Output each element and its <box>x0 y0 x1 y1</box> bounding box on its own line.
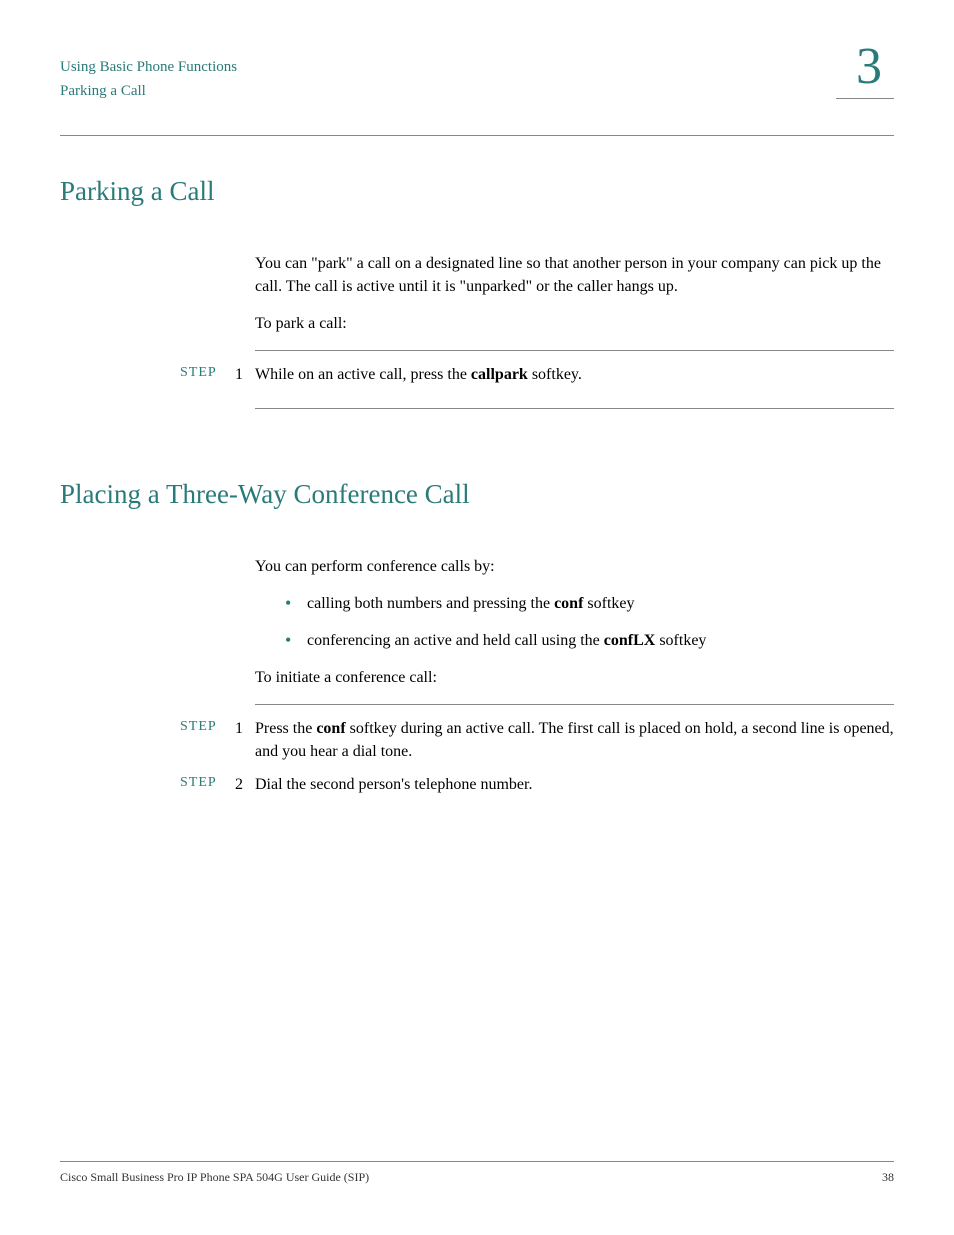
step-text: Press the conf softkey during an active … <box>255 717 894 763</box>
bullet-item-2: conferencing an active and held call usi… <box>285 629 894 652</box>
section2-step1: STEP 1 Press the conf softkey during an … <box>180 717 894 763</box>
section2-body: You can perform conference calls by: cal… <box>255 555 894 690</box>
chapter-number: 3 <box>836 37 894 99</box>
step-number: 1 <box>235 363 255 386</box>
section1-step1: STEP 1 While on an active call, press th… <box>180 363 894 386</box>
section2-lead: To initiate a conference call: <box>255 666 894 689</box>
step-label: STEP <box>180 717 235 763</box>
section2-step2: STEP 2 Dial the second person's telephon… <box>180 773 894 796</box>
section-heading-parking: Parking a Call <box>60 176 894 207</box>
section-heading-conference: Placing a Three-Way Conference Call <box>60 479 894 510</box>
section2-intro: You can perform conference calls by: <box>255 555 894 578</box>
bullet-list: calling both numbers and pressing the co… <box>285 592 894 652</box>
breadcrumb-line1: Using Basic Phone Functions <box>60 55 894 79</box>
breadcrumb-line2: Parking a Call <box>60 79 894 103</box>
section1-intro: You can "park" a call on a designated li… <box>255 252 894 298</box>
section1-body: You can "park" a call on a designated li… <box>255 252 894 336</box>
bullet-item-1: calling both numbers and pressing the co… <box>285 592 894 615</box>
section1-lead: To park a call: <box>255 312 894 335</box>
step-label: STEP <box>180 773 235 796</box>
page-footer: Cisco Small Business Pro IP Phone SPA 50… <box>60 1161 894 1185</box>
footer-divider <box>60 1161 894 1162</box>
step-label: STEP <box>180 363 235 386</box>
page-number: 38 <box>882 1170 894 1185</box>
page-header: Using Basic Phone Functions Parking a Ca… <box>60 55 894 125</box>
step-text: While on an active call, press the callp… <box>255 363 894 386</box>
footer-title: Cisco Small Business Pro IP Phone SPA 50… <box>60 1170 369 1185</box>
breadcrumb: Using Basic Phone Functions Parking a Ca… <box>60 55 894 103</box>
step-number: 1 <box>235 717 255 763</box>
step-number: 2 <box>235 773 255 796</box>
step-text: Dial the second person's telephone numbe… <box>255 773 894 796</box>
